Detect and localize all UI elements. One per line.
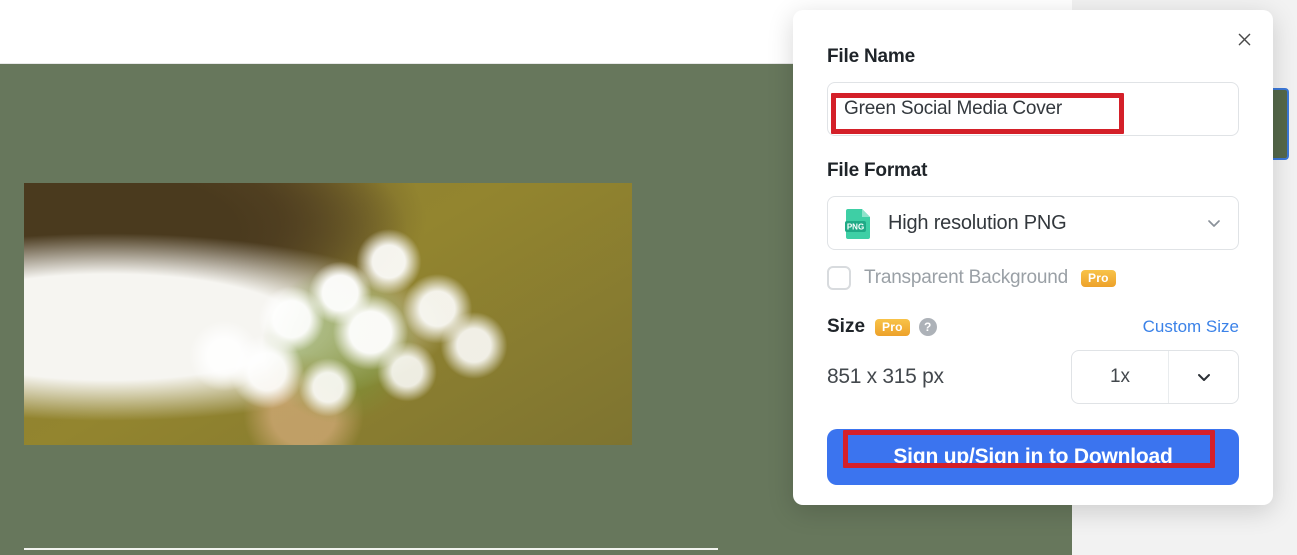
pro-badge-size: Pro (875, 318, 910, 336)
canvas-photo-flowers[interactable] (24, 183, 632, 445)
transparent-background-row[interactable]: Transparent Background Pro (827, 266, 1239, 290)
size-header: Size Pro ? Custom Size (827, 316, 1239, 338)
screen: File Name File Format PNG High resolutio… (0, 0, 1297, 555)
transparent-background-label: Transparent Background (864, 267, 1069, 288)
size-dimensions: 851 x 315 px (827, 365, 944, 388)
pro-badge-transparent: Pro (1081, 269, 1116, 287)
chevron-down-icon[interactable] (1169, 351, 1238, 403)
file-format-select[interactable]: PNG High resolution PNG (827, 196, 1239, 250)
file-name-field[interactable] (827, 82, 1239, 136)
dialog-body: File Name File Format PNG High resolutio… (827, 46, 1239, 485)
file-format-value: High resolution PNG (888, 211, 1067, 234)
size-label: Size (827, 316, 866, 337)
file-name-label: File Name (827, 46, 915, 67)
chevron-down-icon (1204, 213, 1224, 233)
size-row: 851 x 315 px 1x (827, 350, 1239, 404)
export-dialog: File Name File Format PNG High resolutio… (793, 10, 1273, 505)
file-format-label: File Format (827, 160, 928, 181)
png-file-icon: PNG (844, 207, 872, 239)
scale-select[interactable]: 1x (1071, 350, 1239, 404)
file-name-input[interactable] (844, 98, 1222, 120)
help-icon[interactable]: ? (918, 318, 937, 336)
scale-value: 1x (1072, 351, 1169, 403)
canvas-divider-line[interactable] (24, 548, 718, 550)
custom-size-link[interactable]: Custom Size (1143, 317, 1239, 337)
download-button[interactable]: Sign up/Sign in to Download (827, 429, 1239, 485)
svg-text:PNG: PNG (847, 222, 864, 231)
transparent-background-checkbox[interactable] (827, 266, 851, 290)
